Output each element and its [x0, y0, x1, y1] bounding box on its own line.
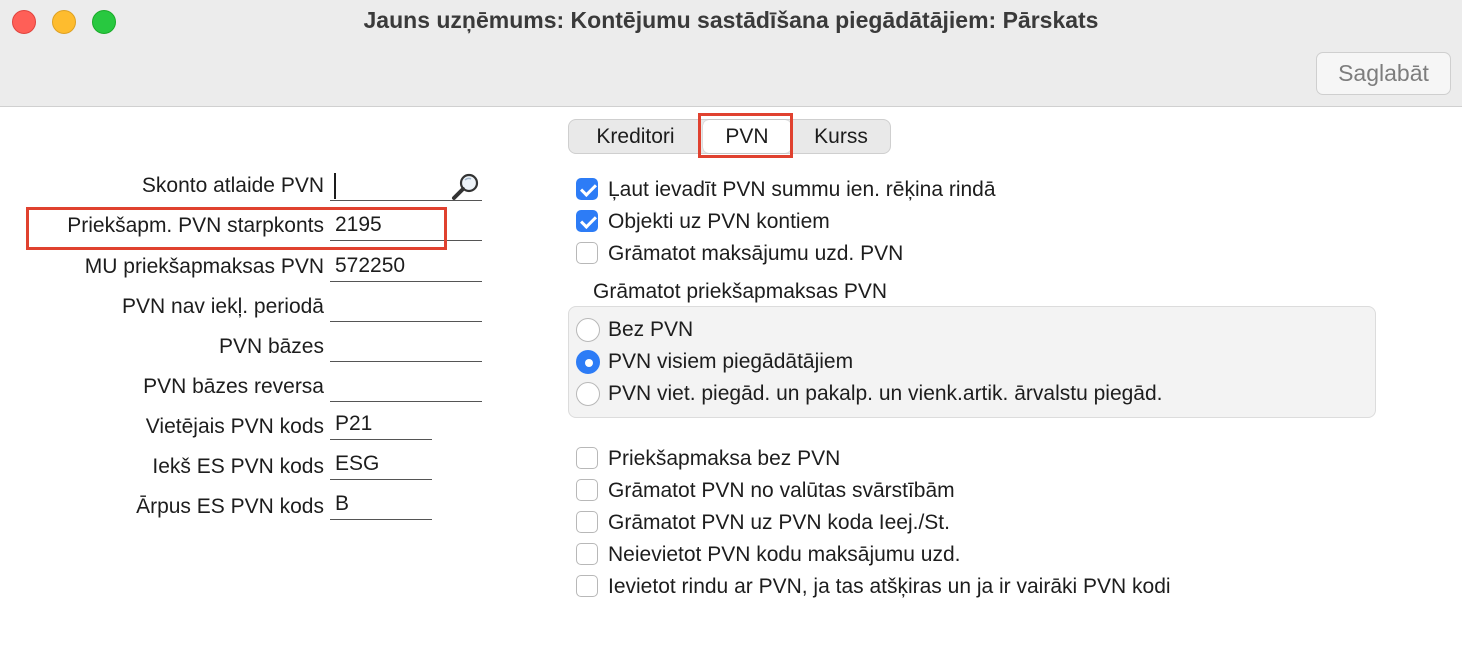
- checkbox-label: Ļaut ievadīt PVN summu ien. rēķina rindā: [608, 178, 996, 201]
- checkbox-box[interactable]: [576, 178, 598, 200]
- radio-label: PVN viet. piegād. un pakalp. un vienk.ar…: [608, 382, 1163, 405]
- field-label-ieks-es: Iekš ES PVN kods: [152, 455, 324, 478]
- checkbox-box[interactable]: [576, 210, 598, 232]
- bazes-reversa-input[interactable]: [330, 372, 482, 402]
- ieks-es-kods-input[interactable]: ESG: [330, 450, 432, 480]
- checkbox-label: Neievietot PVN kodu maksājumu uzd.: [608, 543, 961, 566]
- search-icon[interactable]: [450, 172, 482, 202]
- checkbox-label: Objekti uz PVN kontiem: [608, 210, 830, 233]
- field-label-mu-priekshapmaksas: MU priekšapmaksas PVN: [84, 255, 324, 278]
- save-button[interactable]: Saglabāt: [1316, 52, 1451, 95]
- bazes-input[interactable]: [330, 332, 482, 362]
- field-label-arpus-es: Ārpus ES PVN kods: [136, 495, 324, 518]
- checkbox-label: Priekšapmaksa bez PVN: [608, 447, 841, 470]
- tab-kurss[interactable]: Kurss: [793, 120, 889, 153]
- field-label-nav-iekl: PVN nav iekļ. periodā: [122, 295, 324, 318]
- checkbox-label: Grāmatot maksājumu uzd. PVN: [608, 242, 904, 265]
- checkbox-box[interactable]: [576, 575, 598, 597]
- radio-button[interactable]: [576, 318, 600, 342]
- checkbox-label: Grāmatot PVN uz PVN koda Ieej./St.: [608, 511, 950, 534]
- radio-button[interactable]: [576, 350, 600, 374]
- highlight-box-tab: [698, 113, 793, 158]
- radio-group-title: Grāmatot priekšapmaksas PVN: [593, 280, 888, 303]
- field-label-bazes: PVN bāzes: [218, 335, 324, 358]
- window-title: Jauns uzņēmums: Kontējumu sastādīšana pi…: [363, 7, 1099, 33]
- radio-label: PVN visiem piegādātājiem: [608, 350, 854, 373]
- checkbox-label: Grāmatot PVN no valūtas svārstībām: [608, 479, 955, 502]
- checkbox-label: Ievietot rindu ar PVN, ja tas atšķiras u…: [608, 575, 1171, 598]
- checkbox-box[interactable]: [576, 242, 598, 264]
- arpus-es-kods-input[interactable]: B: [330, 490, 432, 520]
- mu-priekshapmaksas-input[interactable]: 572250: [330, 252, 482, 282]
- highlight-box-field: [26, 207, 447, 250]
- checkbox-box[interactable]: [576, 447, 598, 469]
- field-label-bazes-reversa: PVN bāzes reversa: [143, 375, 324, 398]
- radio-button[interactable]: [576, 382, 600, 406]
- checkbox-box[interactable]: [576, 511, 598, 533]
- field-label-vietejais: Vietējais PVN kods: [145, 415, 324, 438]
- vietejais-kods-input[interactable]: P21: [330, 410, 432, 440]
- field-label-skonto: Skonto atlaide PVN: [141, 174, 324, 197]
- checkbox-box[interactable]: [576, 543, 598, 565]
- checkbox-box[interactable]: [576, 479, 598, 501]
- radio-label: Bez PVN: [608, 318, 694, 341]
- text-caret: [334, 173, 336, 199]
- tab-kreditori[interactable]: Kreditori: [569, 120, 702, 153]
- window-titlebar: Jauns uzņēmums: Kontējumu sastādīšana pi…: [0, 0, 1462, 107]
- nav-iekl-input[interactable]: [330, 292, 482, 322]
